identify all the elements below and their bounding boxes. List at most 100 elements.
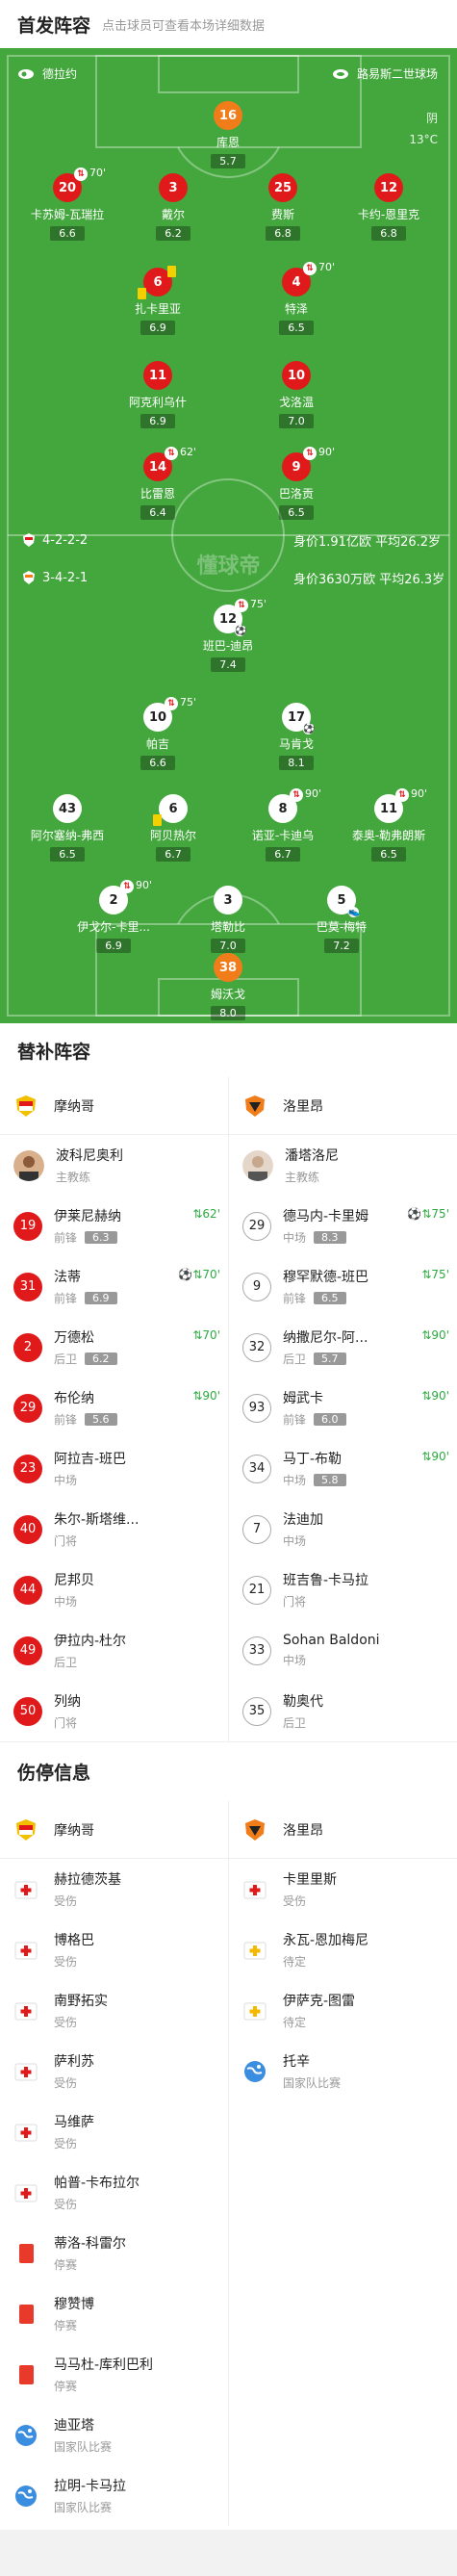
player-home-10[interactable]: 9 ⇅ 90' 巴洛贡 6.5 [248,446,344,520]
sub-number: 40 [13,1514,42,1544]
injury-status: 国家队比赛 [54,2501,113,2514]
sub-pos: 前锋 [283,1413,307,1427]
sub-row[interactable]: 23 阿拉吉-班巴 中场 [0,1438,228,1499]
injury-row[interactable]: 马马杜-库利巴利 停赛 [0,2344,228,2405]
player-name: 巴洛贡 [278,487,314,501]
player-number: 11 [143,361,172,390]
sub-row[interactable]: 35 勒奥代 后卫 [229,1681,457,1741]
injury-row[interactable]: 托辛 国家队比赛 [229,2041,457,2101]
sub-row[interactable]: 50 列纳 门将 [0,1681,228,1741]
player-name: 泰奥-勒弗朗斯 [351,829,426,842]
player-away-8[interactable]: 3 塔勒比 7.0 [180,886,276,953]
player-number: 43 [53,794,82,823]
sub-row[interactable]: 93 姆武卡 前锋 6.0 ⇅90' [229,1378,457,1438]
sub-row[interactable]: 33 Sohan Baldoni 中场 [229,1620,457,1681]
sub-row[interactable]: 32 纳撒尼尔-阿... 后卫 5.7 ⇅90' [229,1317,457,1378]
sub-time: 62' [180,446,197,458]
sub-in-event: ⚽⇅70' [178,1268,220,1281]
player-away-4[interactable]: 6 阿贝热尔 6.7 [125,794,221,862]
injury-row[interactable]: 萨利苏 受伤 [0,2041,228,2101]
player-number: 25 [268,173,297,202]
player-name: 塔勒比 [210,920,245,934]
injury-player-name: 永瓦-恩加梅尼 [283,1933,369,1948]
player-home-9[interactable]: 14 ⇅ 62' 比雷恩 6.4 [110,446,206,520]
sub-pos: 中场 [54,1595,78,1609]
sub-row[interactable]: 19 伊莱尼赫纳 前锋 6.3 ⇅62' [0,1196,228,1256]
sub-out-icon: ⇅ [165,697,178,710]
player-away-5[interactable]: 8 ⇅ 90' 诺亚-卡迪乌 6.7 [235,787,331,862]
player-score: 6.4 [140,505,175,520]
injury-row[interactable]: 马维萨 受伤 [0,2101,228,2162]
injury-player-name: 萨利苏 [54,2054,94,2070]
injury-row[interactable]: 帕普-卡布拉尔 受伤 [0,2162,228,2223]
sub-name: 列纳 [54,1694,81,1710]
team-name: 洛里昂 [283,1822,323,1839]
player-home-8[interactable]: 10 戈洛温 7.0 [248,361,344,428]
goal-ball-icon: ⚽ [407,1207,422,1221]
player-home-7[interactable]: 11 阿克利乌什 6.9 [110,361,206,428]
player-away-3[interactable]: 43 阿尔塞纳-弗西 6.5 [19,794,115,862]
player-home-2[interactable]: 3 戴尔 6.2 [125,173,221,241]
player-home-0[interactable]: 16 库恩 5.7 [180,101,276,168]
player-away-7[interactable]: 2 ⇅ 90' 伊戈尔-卡里... 6.9 [65,879,162,953]
sub-row[interactable]: 29 德马内-卡里姆 中场 8.3 ⚽⇅75' [229,1196,457,1256]
sub-row[interactable]: 40 朱尔-斯塔维... 门将 [0,1499,228,1559]
injury-row[interactable]: 博格巴 受伤 [0,1919,228,1980]
player-score: 6.9 [140,414,175,428]
injury-player-name: 博格巴 [54,1933,94,1948]
player-away-1[interactable]: 10 ⇅ 75' 帕吉 6.6 [110,696,206,770]
player-home-5[interactable]: 6 扎卡里亚 6.9 [110,266,206,335]
sub-in-icon: ⇅ [192,1207,203,1221]
sub-row[interactable]: 21 班吉鲁-卡马拉 门将 [229,1559,457,1620]
sub-out-icon: ⇅ [290,788,303,802]
sub-pos: 中场 [283,1654,307,1667]
sub-number: 7 [242,1514,271,1544]
player-home-4[interactable]: 12 卡约-恩里克 6.8 [341,173,437,241]
sub-name: 德马内-卡里姆 [283,1209,369,1224]
sub-row[interactable]: 7 法迪加 中场 [229,1499,457,1559]
monaco-logo [16,1818,36,1841]
injury-row[interactable]: 卡里里斯 受伤 [229,1859,457,1919]
coach-home[interactable]: 波科尼奥利 主教练 [0,1135,228,1196]
injury-row[interactable]: 南野拓实 受伤 [0,1980,228,2041]
injury-row[interactable]: 穆赞博 停赛 [0,2283,228,2344]
injury-row[interactable]: 伊萨克-图雷 待定 [229,1980,457,2041]
injury-row[interactable]: 永瓦-恩加梅尼 待定 [229,1919,457,1980]
sub-in-icon: ⇅ [421,1268,432,1281]
subs-away: 洛里昂 潘塔洛尼 主教练 29 德马内-卡里姆 中场 8.3 ⚽⇅75' 9 穆罕默德-班巴… [228,1077,457,1741]
player-name: 姆沃戈 [210,988,245,1001]
sub-row[interactable]: 2 万德松 后卫 6.2 ⇅70' [0,1317,228,1378]
injury-row[interactable]: 蒂洛-科雷尔 停赛 [0,2223,228,2283]
sub-row[interactable]: 34 马丁-布勒 中场 5.8 ⇅90' [229,1438,457,1499]
sub-pos: 后卫 [54,1656,78,1669]
weather: 阴 13°C [409,108,438,150]
player-home-1[interactable]: 20 ⇅ 70' 卡苏姆-瓦瑞拉 6.6 [19,167,115,241]
player-home-6[interactable]: 4 ⇅ 70' 特泽 6.5 [248,261,344,335]
sub-row[interactable]: 29 布伦纳 前锋 5.6 ⇅90' [0,1378,228,1438]
player-name: 阿贝热尔 [149,829,196,842]
sub-out-icon: ⇅ [74,167,88,181]
coach-away[interactable]: 潘塔洛尼 主教练 [229,1135,457,1196]
globe-icon [13,2423,38,2448]
team-row-away: 洛里昂 [229,1077,457,1135]
player-home-3[interactable]: 25 费斯 6.8 [235,173,331,241]
player-away-0[interactable]: 12 ⇅ 75' ⚽ 班巴-迪昂 7.4 [180,598,276,672]
sub-row[interactable]: 44 尼邦贝 中场 [0,1559,228,1620]
player-away-9[interactable]: 5 👟 巴莫-梅特 7.2 [293,886,390,953]
red-card-icon [13,2302,38,2327]
sub-row[interactable]: 31 法蒂 前锋 6.9 ⚽⇅70' [0,1256,228,1317]
sub-row[interactable]: 9 穆罕默德-班巴 前锋 6.5 ⇅75' [229,1256,457,1317]
sub-name: 穆罕默德-班巴 [283,1270,369,1285]
sub-number: 44 [13,1575,42,1605]
sub-row[interactable]: 49 伊拉内-杜尔 后卫 [0,1620,228,1681]
player-name: 特泽 [284,302,308,316]
injury-row[interactable]: 赫拉德茨基 受伤 [0,1859,228,1919]
injury-row[interactable]: 拉明-卡马拉 国家队比赛 [0,2465,228,2526]
player-score: 6.2 [156,226,190,241]
player-away-2[interactable]: 17 ⚽ 马肯戈 8.1 [248,703,344,770]
player-number: 11 [379,801,398,816]
player-away-10[interactable]: 38 姆沃戈 8.0 [180,953,276,1020]
player-away-6[interactable]: 11 ⇅ 90' 泰奥-勒弗朗斯 6.5 [341,787,437,862]
injury-row[interactable]: 迪亚塔 国家队比赛 [0,2405,228,2465]
injury-icon [242,1877,267,1902]
